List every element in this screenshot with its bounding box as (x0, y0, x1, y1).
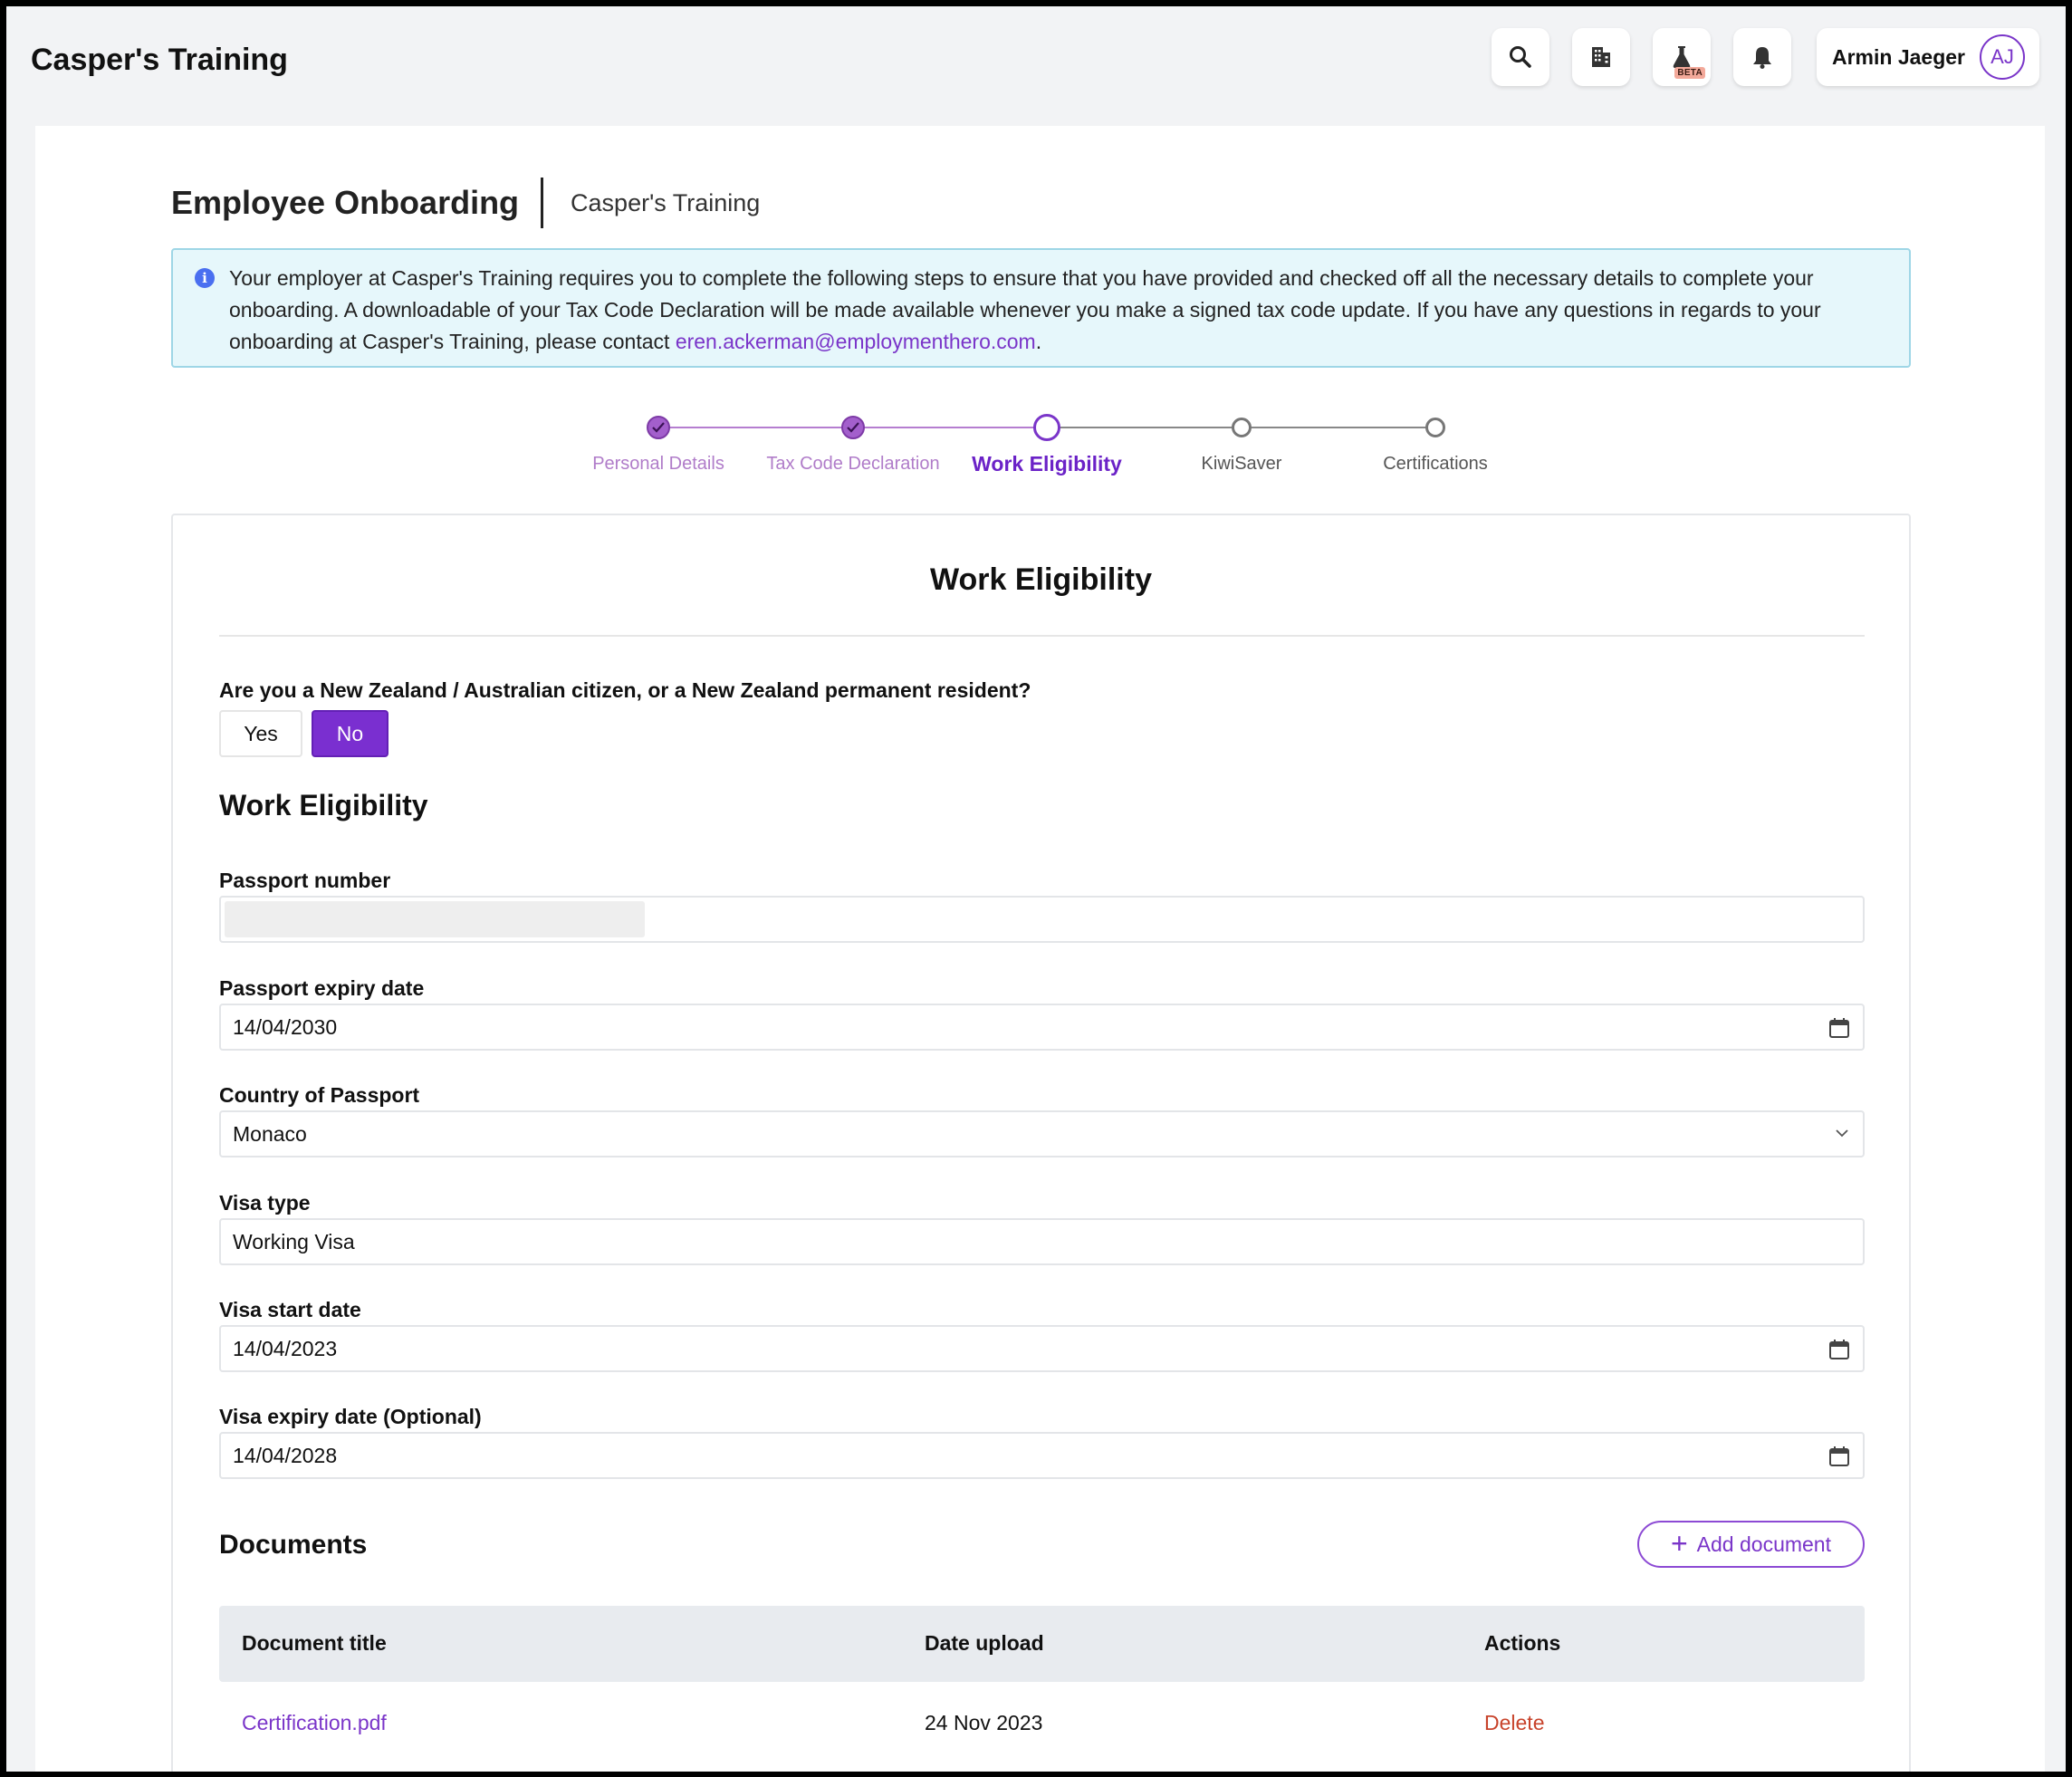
passport-expiry-label: Passport expiry date (219, 976, 425, 1000)
page-subtitle: Casper's Training (571, 188, 761, 216)
redacted-value (225, 901, 645, 937)
header-divider (541, 178, 544, 228)
bell-icon (1753, 47, 1771, 69)
visa-expiry-value: 14/04/2028 (233, 1443, 338, 1467)
visa-start-value: 14/04/2023 (233, 1336, 338, 1360)
passport-number-input[interactable] (219, 896, 1865, 943)
section-title: Work Eligibility (219, 789, 428, 821)
check-icon (652, 422, 665, 433)
beta-badge: BETA (1674, 67, 1705, 79)
labs-button[interactable]: BETA (1653, 28, 1711, 86)
info-suffix: . (1035, 330, 1042, 353)
step-personal-details[interactable] (647, 416, 670, 439)
brand-title: Casper's Training (31, 43, 288, 77)
column-header: Date upload (925, 1631, 1044, 1655)
step-connector (1242, 427, 1435, 428)
country-select[interactable]: Monaco (219, 1110, 1865, 1157)
add-document-button[interactable]: + Add document (1637, 1521, 1865, 1568)
notifications-button[interactable] (1733, 28, 1791, 86)
form-title: Work Eligibility (930, 562, 1152, 597)
visa-type-label: Visa type (219, 1191, 311, 1215)
step-certifications[interactable] (1425, 418, 1445, 437)
plus-icon: + (1670, 1526, 1688, 1560)
country-label: Country of Passport (219, 1083, 420, 1107)
calendar-icon[interactable] (1828, 1017, 1850, 1039)
search-button[interactable] (1492, 28, 1549, 86)
top-bar: Casper's Training BETA Armin Jaeger AJ (6, 6, 2066, 119)
add-document-label: Add document (1696, 1532, 1831, 1556)
visa-start-label: Visa start date (219, 1298, 361, 1321)
step-connector (1047, 427, 1242, 428)
check-icon (847, 422, 859, 433)
calendar-icon[interactable] (1828, 1339, 1850, 1360)
info-icon: i (195, 268, 215, 288)
step-label[interactable]: Certifications (1318, 454, 1553, 475)
passport-expiry-input[interactable]: 14/04/2030 (219, 1004, 1865, 1051)
passport-number-label: Passport number (219, 869, 391, 892)
organisation-button[interactable] (1572, 28, 1630, 86)
document-date: 24 Nov 2023 (925, 1711, 1043, 1734)
documents-table-header: Document title Date upload Actions (219, 1606, 1865, 1682)
column-header: Document title (242, 1631, 387, 1655)
contact-email-link[interactable]: eren.ackerman@employmenthero.com (676, 330, 1036, 353)
page-title: Employee Onboarding (171, 184, 520, 221)
onboarding-stepper: Personal Details Tax Code Declaration Wo… (35, 414, 2045, 497)
page-content: Employee Onboarding Casper's Training i … (35, 126, 2045, 1772)
divider (219, 635, 1865, 637)
step-connector (853, 427, 1047, 428)
step-connector (658, 427, 853, 428)
avatar: AJ (1980, 34, 2025, 80)
yes-button[interactable]: Yes (219, 710, 302, 757)
user-menu-button[interactable]: Armin Jaeger AJ (1817, 28, 2039, 86)
visa-type-input[interactable]: Working Visa (219, 1218, 1865, 1265)
page-header: Employee Onboarding Casper's Training (171, 178, 760, 228)
country-value: Monaco (233, 1121, 307, 1146)
building-icon (1592, 47, 1610, 67)
user-name: Armin Jaeger (1832, 44, 1966, 69)
step-tax-code-declaration[interactable] (841, 416, 865, 439)
delete-document-button[interactable]: Delete (1484, 1711, 1544, 1735)
app-window: Casper's Training BETA Armin Jaeger AJ E… (6, 6, 2066, 1772)
visa-type-value: Working Visa (233, 1229, 355, 1254)
visa-expiry-input[interactable]: 14/04/2028 (219, 1432, 1865, 1479)
step-kiwisaver[interactable] (1232, 418, 1252, 437)
info-banner: i Your employer at Casper's Training req… (171, 248, 1911, 368)
visa-start-input[interactable]: 14/04/2023 (219, 1325, 1865, 1372)
passport-expiry-value: 14/04/2030 (233, 1014, 338, 1039)
no-button[interactable]: No (312, 710, 388, 757)
step-work-eligibility[interactable] (1033, 414, 1060, 441)
documents-title: Documents (219, 1530, 368, 1560)
work-eligibility-form: Work Eligibility Are you a New Zealand /… (171, 514, 1911, 1772)
calendar-icon[interactable] (1828, 1446, 1850, 1467)
column-header: Actions (1484, 1631, 1561, 1655)
chevron-down-icon (1836, 1129, 1848, 1138)
search-icon (1510, 46, 1531, 68)
visa-expiry-label: Visa expiry date (Optional) (219, 1405, 482, 1428)
citizenship-question: Are you a New Zealand / Australian citiz… (219, 678, 1031, 702)
document-title-link[interactable]: Certification.pdf (242, 1711, 387, 1735)
